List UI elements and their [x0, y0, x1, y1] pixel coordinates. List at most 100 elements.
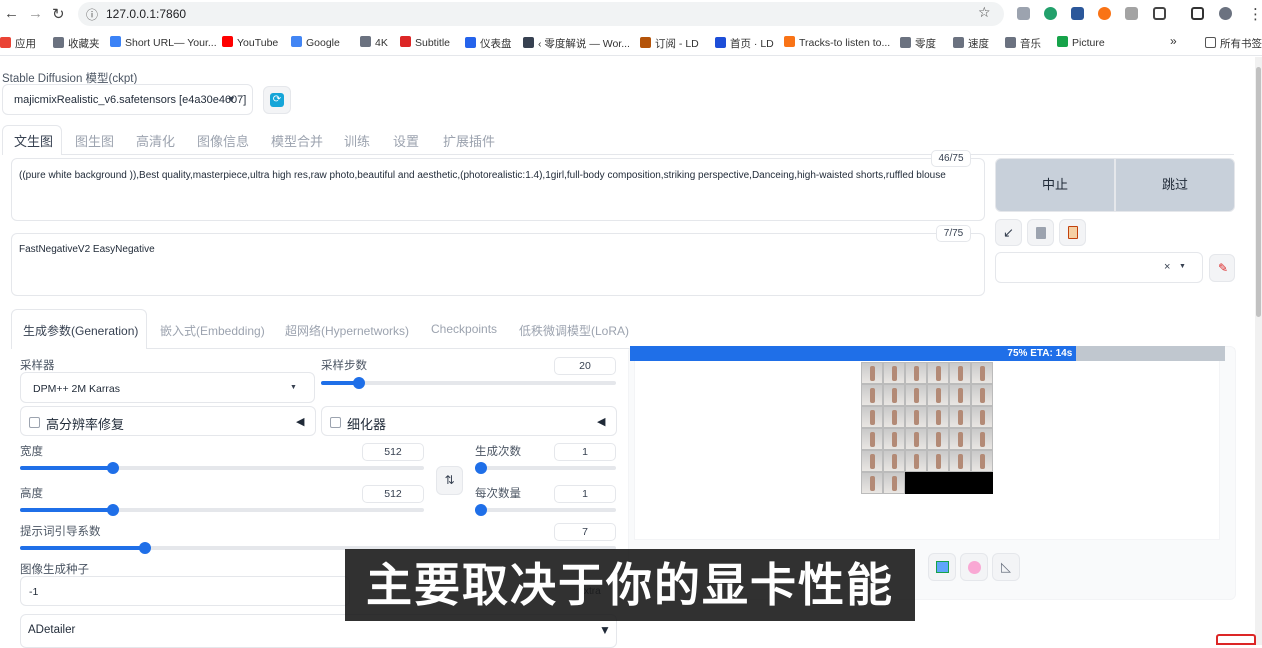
send-to-extras-button[interactable]: ◺: [992, 553, 1020, 581]
tab-6[interactable]: 设置: [393, 131, 419, 150]
image-extension-icon[interactable]: [1125, 7, 1138, 20]
bookmark-favicon-icon: [291, 36, 302, 47]
width-slider[interactable]: [20, 462, 424, 474]
refresh-model-button[interactable]: ⟳: [263, 86, 291, 114]
height-input[interactable]: 512: [362, 485, 424, 503]
send-to-img2img-button[interactable]: [928, 553, 956, 581]
scrollbar[interactable]: [1255, 57, 1262, 645]
extension-icon[interactable]: [1098, 7, 1111, 20]
bookmark-item[interactable]: Tracks-to listen to...: [784, 36, 890, 49]
bookmark-item[interactable]: 零度: [900, 36, 936, 51]
clear-prompt-button[interactable]: [1027, 219, 1054, 246]
subtab-1[interactable]: 嵌入式(Embedding): [160, 322, 265, 339]
negative-token-count: 7/75: [936, 225, 971, 242]
bookmark-item[interactable]: 音乐: [1005, 36, 1041, 51]
paste-style-button[interactable]: [1059, 219, 1086, 246]
bookmark-item[interactable]: 应用: [0, 36, 36, 51]
bookmark-item[interactable]: Picture: [1057, 36, 1105, 49]
swap-icon: ⇅: [444, 473, 455, 487]
bookmark-item[interactable]: 收藏夹: [53, 36, 100, 51]
more-bookmarks-icon[interactable]: »: [1170, 34, 1177, 48]
send-to-inpaint-button[interactable]: [960, 553, 988, 581]
model-select[interactable]: majicmixRealistic_v6.safetensors [e4a30e…: [2, 84, 253, 115]
batch-size-input[interactable]: 1: [554, 485, 616, 503]
menu-icon[interactable]: ⋮: [1248, 5, 1262, 23]
camera-icon[interactable]: [1017, 7, 1030, 20]
slider-handle[interactable]: [106, 504, 119, 516]
slider-handle[interactable]: [475, 462, 487, 474]
tab-2[interactable]: 高清化: [136, 131, 175, 150]
collapse-triangle-icon[interactable]: ◀: [296, 415, 304, 428]
address-bar[interactable]: ⓘ 127.0.0.1:7860 ☆: [78, 2, 1004, 26]
hires-checkbox[interactable]: [29, 417, 40, 428]
bookmark-item[interactable]: 4K: [360, 36, 388, 49]
scrollbar-thumb[interactable]: [1256, 67, 1261, 317]
prompt-textarea[interactable]: ((pure white background )),Best quality,…: [11, 158, 985, 221]
slider-handle[interactable]: [353, 377, 366, 389]
bookmark-favicon-icon: [953, 37, 964, 48]
batch-count-slider[interactable]: [475, 462, 616, 474]
hires-fix-accordion[interactable]: 高分辨率修复 ◀: [20, 406, 316, 436]
skip-button[interactable]: 跳过: [1115, 158, 1235, 212]
subtab-0[interactable]: 生成参数(Generation): [23, 322, 138, 339]
star-icon[interactable]: ☆: [978, 4, 991, 21]
bookmark-item[interactable]: Subtitle: [400, 36, 450, 49]
subtab-4[interactable]: 低秩微调模型(LoRA): [519, 322, 629, 339]
preview-thumbnail: [971, 362, 993, 384]
tab-0[interactable]: 文生图: [14, 131, 53, 150]
tab-3[interactable]: 图像信息: [197, 131, 249, 150]
slider-handle[interactable]: [106, 462, 119, 474]
forward-icon[interactable]: →: [28, 5, 43, 22]
bookmark-item[interactable]: ‹ 零度解说 — Wor...: [523, 36, 630, 51]
site-info-icon[interactable]: ⓘ: [86, 6, 98, 23]
steps-input[interactable]: 20: [554, 357, 616, 375]
seed-input[interactable]: -1: [20, 576, 350, 606]
back-icon[interactable]: ←: [4, 5, 19, 22]
seed-value: -1: [29, 586, 39, 598]
tab-7[interactable]: 扩展插件: [443, 131, 495, 150]
height-slider[interactable]: [20, 504, 424, 516]
bookmark-item[interactable]: Google: [291, 36, 340, 49]
steps-slider[interactable]: [321, 377, 616, 389]
extension-icon[interactable]: [1044, 7, 1057, 20]
reload-icon[interactable]: ↻: [52, 5, 65, 23]
read-params-button[interactable]: ↙: [995, 219, 1022, 246]
batch-count-input[interactable]: 1: [554, 443, 616, 461]
tab-1[interactable]: 图生图: [75, 131, 114, 150]
bookmark-favicon-icon: [523, 37, 534, 48]
tab-4[interactable]: 模型合并: [271, 131, 323, 150]
bookmark-item[interactable]: Short URL— Your...: [110, 36, 217, 49]
translate-icon[interactable]: [1071, 7, 1084, 20]
puzzle-icon[interactable]: [1153, 7, 1166, 20]
avatar[interactable]: [1219, 7, 1232, 20]
bookmark-item[interactable]: 订阅 - LD: [640, 36, 699, 51]
bookmark-item[interactable]: YouTube: [222, 36, 278, 49]
expand-triangle-icon[interactable]: ▼: [599, 623, 611, 637]
clear-icon[interactable]: ×: [1164, 261, 1170, 273]
preview-thumbnail: [861, 450, 883, 472]
bookmark-item[interactable]: 速度: [953, 36, 989, 51]
subtab-2[interactable]: 超网络(Hypernetworks): [285, 322, 409, 339]
interrupt-button[interactable]: 中止: [995, 158, 1115, 212]
collapse-triangle-icon[interactable]: ◀: [597, 415, 605, 428]
refiner-accordion[interactable]: 细化器 ◀: [321, 406, 617, 436]
bookmark-item[interactable]: 仪表盘: [465, 36, 512, 51]
subtab-3[interactable]: Checkpoints: [431, 322, 497, 336]
style-select[interactable]: × ▼: [995, 252, 1203, 283]
slider-handle[interactable]: [475, 504, 487, 516]
edit-style-button[interactable]: ✎: [1209, 254, 1235, 282]
batch-size-slider[interactable]: [475, 504, 616, 516]
bookmark-label: 仪表盘: [480, 38, 512, 50]
tab-5[interactable]: 训练: [344, 131, 370, 150]
refiner-checkbox[interactable]: [330, 417, 341, 428]
preview-thumbnail: [883, 362, 905, 384]
cfg-input[interactable]: 7: [554, 523, 616, 541]
all-bookmarks[interactable]: 所有书签: [1205, 36, 1262, 51]
width-input[interactable]: 512: [362, 443, 424, 461]
bookmark-item[interactable]: 首页 · LD: [715, 36, 774, 51]
sidebar-icon[interactable]: [1191, 7, 1204, 20]
negative-prompt-textarea[interactable]: FastNegativeV2 EasyNegative: [11, 233, 985, 296]
sampler-select[interactable]: DPM++ 2M Karras ▼: [20, 372, 315, 403]
slider-handle[interactable]: [139, 542, 152, 554]
swap-dimensions-button[interactable]: ⇅: [436, 466, 463, 495]
